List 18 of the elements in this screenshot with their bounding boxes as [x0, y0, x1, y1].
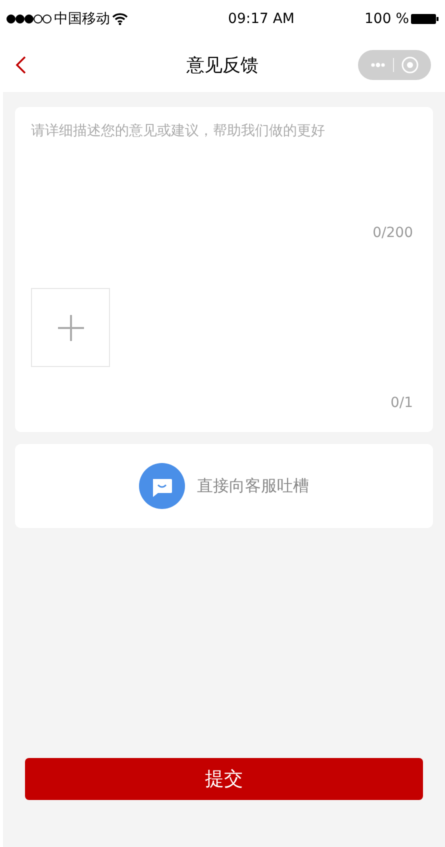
feedback-input[interactable]: 请详细描述您的意见或建议，帮助我们做的更好	[15, 107, 433, 223]
status-time: 09:17 AM	[228, 10, 294, 28]
battery-icon	[411, 13, 439, 25]
submit-button[interactable]: 提交	[25, 758, 423, 800]
back-icon[interactable]	[14, 55, 28, 75]
battery-percent: 100 %	[364, 10, 409, 28]
signal-icon	[6, 14, 52, 24]
capsule-menu[interactable]	[358, 50, 431, 80]
char-count: 0/200	[372, 224, 413, 243]
chat-icon	[139, 463, 185, 509]
wifi-icon	[112, 13, 128, 25]
add-image-button[interactable]	[31, 288, 110, 367]
image-count: 0/1	[390, 394, 413, 413]
plus-icon	[56, 314, 84, 342]
page-title: 意见反馈	[186, 54, 258, 78]
more-icon[interactable]	[370, 62, 386, 68]
customer-service-button[interactable]: 直接向客服吐槽	[15, 444, 433, 528]
carrier-name: 中国移动	[54, 10, 110, 28]
